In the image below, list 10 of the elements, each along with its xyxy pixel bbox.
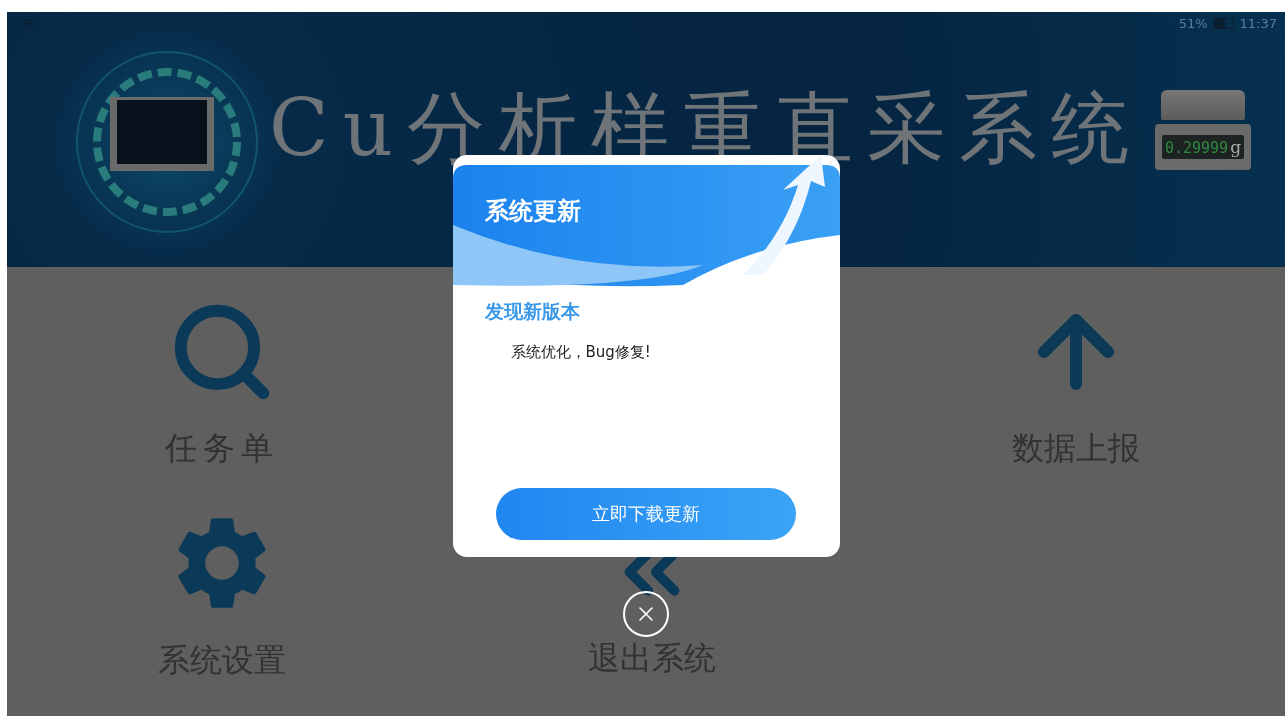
download-update-button[interactable]: 立即下载更新 [496,488,796,540]
scale-drawing: 0.29999 g [1155,90,1251,172]
close-button[interactable] [623,591,669,637]
dialog-subtitle: 发现新版本 [484,299,580,324]
battery-percent: 51% [1178,16,1208,31]
clock-time: 11:37 [1239,16,1277,31]
dialog-title: 系统更新 [484,196,581,227]
battery-icon [1213,18,1234,29]
wifi-icon [21,16,35,31]
dialog-message: 系统优化，Bug修复! [510,343,651,362]
